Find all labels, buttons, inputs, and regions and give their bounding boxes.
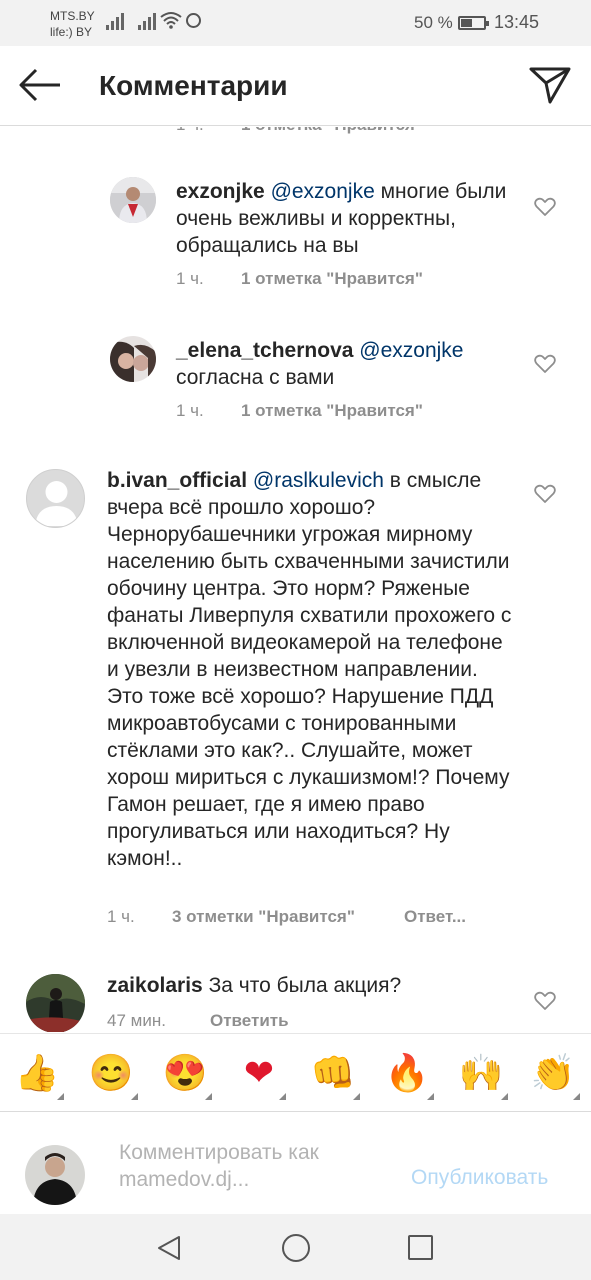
comment-time: 1 ч. <box>176 269 204 288</box>
comment-meta: 1 ч. 3 отметки "Нравится" Ответ... <box>107 907 527 929</box>
battery-level <box>461 19 472 27</box>
comment-mention[interactable]: @raslkulevich <box>253 469 384 492</box>
comment-time: 1 ч. <box>176 127 204 135</box>
comment-username[interactable]: b.ivan_official <box>107 469 247 492</box>
comment-text: exzonjke @exzonjke многие были очень веж… <box>176 178 521 259</box>
comment-text: _elena_tchernova @exzonjke согласна с ва… <box>176 337 521 391</box>
comment-likes[interactable]: 1 отметка "Нравится" <box>241 127 423 135</box>
clapping-hands-emoji-icon[interactable]: 👏 <box>530 1050 580 1100</box>
comment-time: 1 ч. <box>176 401 204 420</box>
comment-meta: 47 мин. Ответить <box>107 1011 527 1032</box>
arrow-left-icon[interactable] <box>18 68 62 102</box>
comment-likes[interactable]: 3 отметки "Нравится" <box>172 907 355 927</box>
nav-recents-icon[interactable] <box>408 1235 433 1260</box>
nav-back-icon[interactable] <box>155 1234 183 1262</box>
avatar[interactable] <box>26 974 85 1032</box>
comment-text: zaikolaris За что была акция? <box>107 972 517 999</box>
partial-comment-meta: 1 ч. 1 отметка "Нравится" <box>176 127 556 137</box>
avatar[interactable] <box>110 336 156 382</box>
comment-body: в смысле вчера всё прошло хорошо? Чернор… <box>107 469 512 870</box>
avatar-placeholder[interactable] <box>26 469 85 528</box>
comment-likes[interactable]: 1 отметка "Нравится" <box>241 401 423 421</box>
comment-meta: 1 ч. 1 отметка "Нравится" <box>176 401 556 423</box>
comment-mention[interactable]: @exzonjke <box>271 180 375 203</box>
publish-button[interactable]: Опубликовать <box>411 1166 548 1190</box>
comment-input[interactable]: Комментировать как mamedov.dj... <box>119 1139 389 1193</box>
comment-mention[interactable]: @exzonjke <box>359 339 463 362</box>
comment-composer: Комментировать как mamedov.dj... Опублик… <box>0 1111 591 1214</box>
raised-hands-emoji-icon[interactable]: 🙌 <box>458 1050 508 1100</box>
signal-1-icon <box>106 12 124 30</box>
comment-time: 47 мин. <box>107 1011 166 1030</box>
comment-body: За что была акция? <box>208 974 402 997</box>
fist-emoji-icon[interactable]: 👊 <box>310 1050 360 1100</box>
heart-eyes-emoji-icon[interactable]: 😍 <box>162 1050 212 1100</box>
carrier-1: MTS.BY <box>50 9 95 23</box>
red-heart-emoji-icon[interactable]: ❤ <box>236 1050 286 1100</box>
clock: 13:45 <box>494 12 540 32</box>
paper-plane-icon[interactable] <box>528 64 572 106</box>
comment-username[interactable]: zaikolaris <box>107 974 203 997</box>
emoji-bar: 👍 😊 😍 ❤ 👊 🔥 🙌 👏 <box>0 1033 591 1111</box>
carrier-2: life:) BY <box>50 25 93 39</box>
heart-icon[interactable] <box>534 991 556 1011</box>
page-title: Комментарии <box>99 70 288 101</box>
battery-icon <box>458 16 489 30</box>
heart-icon[interactable] <box>534 484 556 504</box>
comments-list[interactable]: 1 ч. 1 отметка "Нравится" exzonjke @exzo… <box>0 127 591 1032</box>
comment-likes[interactable]: 1 отметка "Нравится" <box>241 269 423 289</box>
wifi-icon <box>160 12 182 29</box>
nav-home-icon[interactable] <box>282 1234 310 1262</box>
comment-time: 1 ч. <box>107 907 135 926</box>
comment-username[interactable]: _elena_tchernova <box>176 339 353 362</box>
comment-meta: 1 ч. 1 отметка "Нравится" <box>176 269 556 291</box>
battery-percent: 50 % <box>414 13 453 32</box>
header: Комментарии <box>0 46 591 126</box>
heart-icon[interactable] <box>534 197 556 217</box>
reply-button[interactable]: Ответить <box>210 1011 289 1031</box>
heart-icon[interactable] <box>534 354 556 374</box>
current-user-avatar <box>25 1145 85 1205</box>
thumbs-up-emoji-icon[interactable]: 👍 <box>14 1050 64 1100</box>
smiling-face-emoji-icon[interactable]: 😊 <box>88 1050 138 1100</box>
fire-emoji-icon[interactable]: 🔥 <box>384 1050 434 1100</box>
comment-text: b.ivan_official @raslkulevich в смысле в… <box>107 467 517 872</box>
system-nav-bar <box>0 1214 591 1280</box>
avatar[interactable] <box>110 177 156 223</box>
status-bar: MTS.BY life:) BY 50 % 13:45 <box>0 0 591 46</box>
soccer-ball-icon <box>186 13 201 28</box>
reply-button[interactable]: Ответ... <box>404 907 466 927</box>
comment-body: согласна с вами <box>176 366 335 389</box>
carrier-info: MTS.BY life:) BY <box>50 8 95 40</box>
signal-2-icon <box>138 12 156 30</box>
comment-username[interactable]: exzonjke <box>176 180 265 203</box>
